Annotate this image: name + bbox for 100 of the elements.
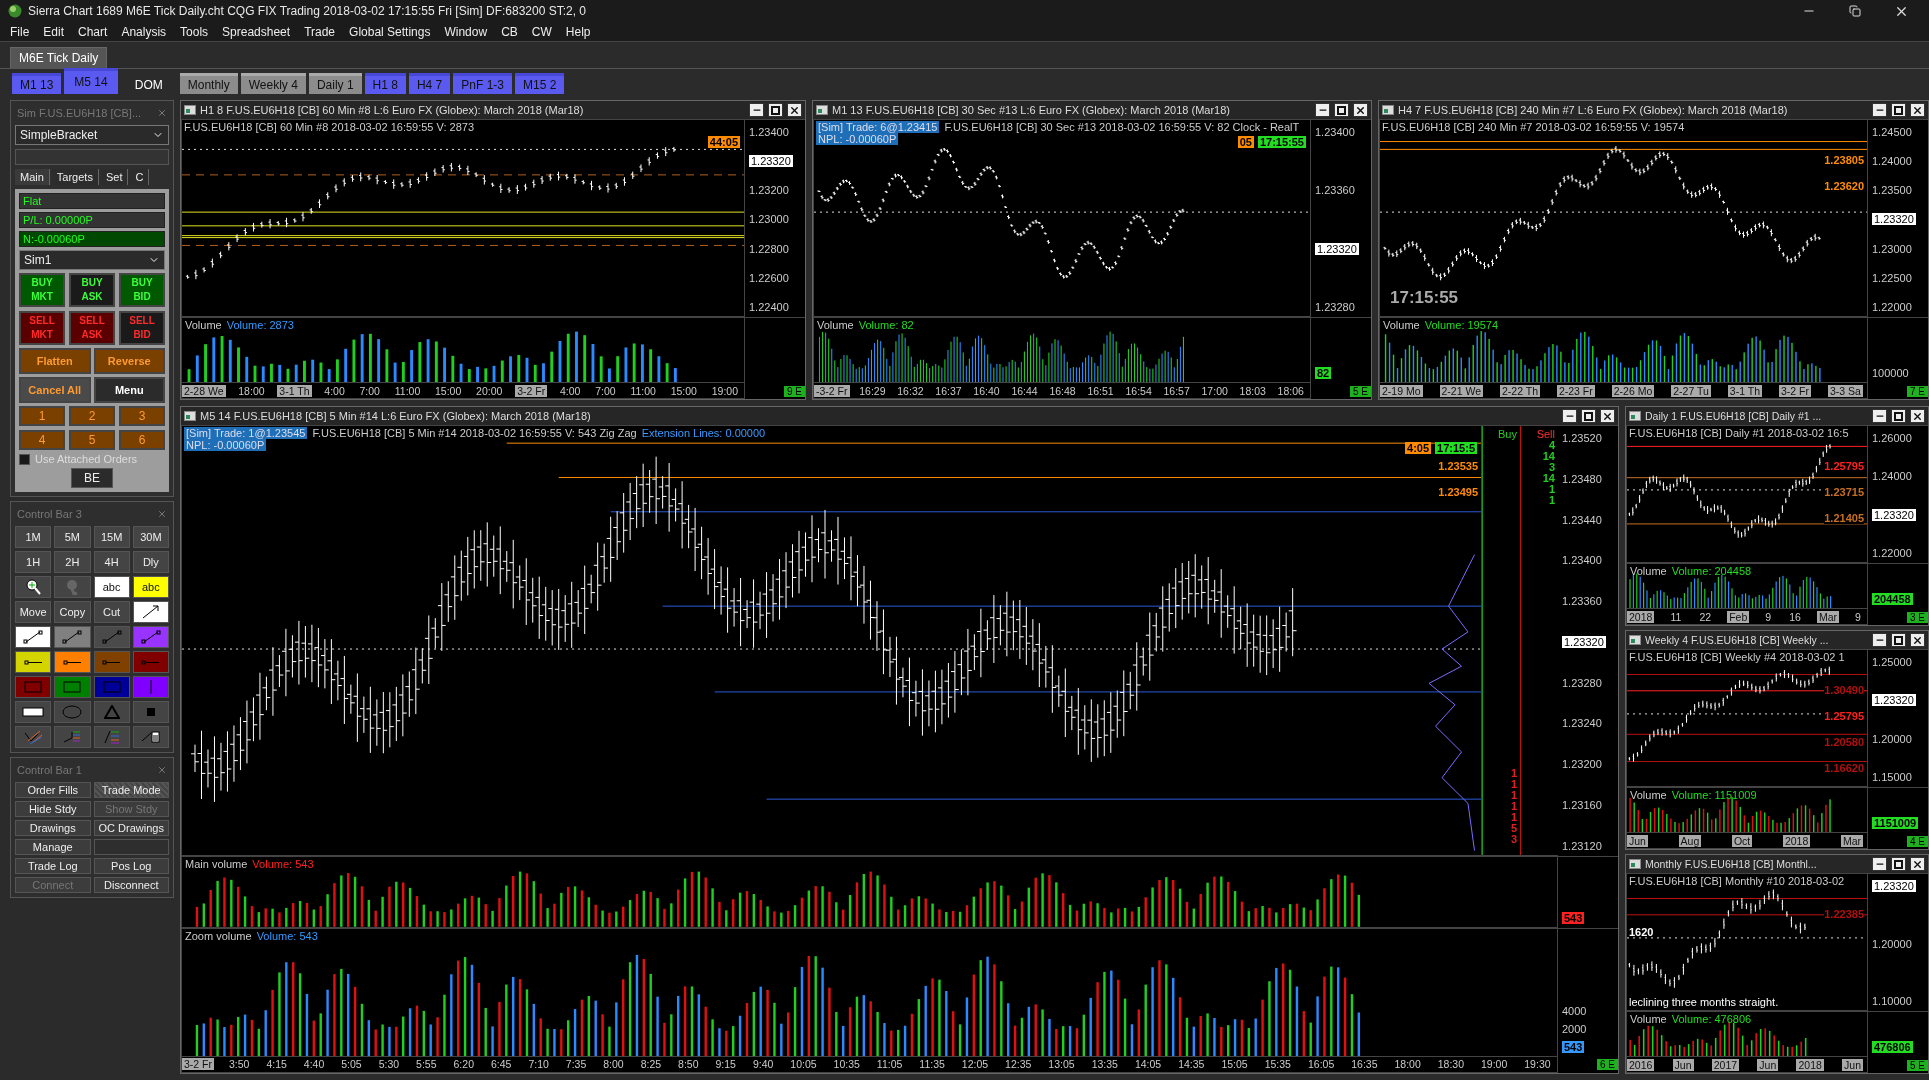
drawing-tool-button[interactable] <box>54 651 91 673</box>
quantity-button[interactable]: 6 <box>119 430 165 450</box>
menu-item[interactable]: Analysis <box>121 24 167 39</box>
order-button[interactable]: SELL BID <box>119 311 165 345</box>
chart-tab[interactable]: DOM <box>126 76 171 94</box>
minimize-button[interactable] <box>1872 409 1887 423</box>
menu-item[interactable]: Help <box>565 24 591 39</box>
minimize-button[interactable] <box>1562 409 1577 423</box>
control-button[interactable]: Drawings <box>15 820 91 836</box>
tool-button[interactable]: 15M <box>93 526 130 548</box>
chart-tab[interactable]: Daily 1 <box>308 73 362 94</box>
tool-button[interactable]: 5M <box>54 526 91 548</box>
close-icon[interactable] <box>157 765 167 775</box>
chart-tab[interactable]: M5 14 <box>64 68 118 94</box>
quantity-button[interactable]: 5 <box>69 430 115 450</box>
action-button[interactable]: Cancel All <box>19 377 91 403</box>
maximize-button[interactable] <box>768 103 783 117</box>
maximize-button[interactable] <box>1891 103 1906 117</box>
order-button[interactable]: SELL ASK <box>69 311 115 345</box>
tool-button[interactable]: abc <box>132 576 169 598</box>
minimize-button[interactable] <box>1872 633 1887 647</box>
drawing-tool-button[interactable] <box>15 651 52 673</box>
close-button[interactable] <box>1910 103 1925 117</box>
control-button[interactable]: Order Fills <box>15 782 91 798</box>
checkbox[interactable] <box>19 453 30 465</box>
maximize-button[interactable] <box>1581 409 1596 423</box>
order-button[interactable]: SELL MKT <box>19 311 65 345</box>
order-button[interactable]: BUY BID <box>119 273 165 307</box>
chart-tab[interactable]: Weekly 4 <box>240 73 306 94</box>
minimize-button[interactable] <box>1315 103 1330 117</box>
chart-tab[interactable]: M15 2 <box>515 73 565 94</box>
quantity-button[interactable]: 1 <box>19 406 65 426</box>
action-button[interactable]: Flatten <box>19 348 91 374</box>
quantity-button[interactable]: 4 <box>19 430 65 450</box>
menu-item[interactable]: Window <box>444 24 488 39</box>
maximize-button[interactable] <box>1334 103 1349 117</box>
text-field[interactable] <box>15 149 169 165</box>
order-button[interactable]: BUY MKT <box>19 273 65 307</box>
maximize-button[interactable] <box>1891 633 1906 647</box>
menu-item[interactable]: Spreadsheet <box>222 24 291 39</box>
tool-button[interactable]: Copy <box>54 601 91 623</box>
menu-item[interactable]: File <box>10 24 30 39</box>
drawing-tool-button[interactable] <box>15 701 52 723</box>
trade-tab[interactable]: Main <box>15 169 50 185</box>
control-button[interactable]: Pos Log <box>93 858 169 874</box>
chart-tab[interactable]: H1 8 <box>364 73 406 94</box>
close-button[interactable] <box>1600 409 1615 423</box>
quantity-button[interactable]: 3 <box>119 406 165 426</box>
maximize-button[interactable] <box>1891 857 1906 871</box>
pane-label: Main volume <box>185 857 248 870</box>
control-button[interactable]: Manage <box>15 839 91 855</box>
action-button[interactable]: Menu <box>93 377 165 403</box>
menu-item[interactable]: Chart <box>78 24 108 39</box>
close-icon[interactable] <box>157 509 167 519</box>
tool-button[interactable]: 4H <box>93 551 130 573</box>
chart-tab[interactable]: H4 7 <box>408 73 451 94</box>
strategy-dropdown[interactable]: SimpleBracket <box>15 125 169 145</box>
tool-button[interactable]: 1M <box>15 526 52 548</box>
close-button[interactable] <box>787 103 802 117</box>
drawing-tool-button[interactable] <box>15 576 52 598</box>
maximize-button[interactable] <box>1891 409 1906 423</box>
maximize-icon <box>1584 411 1593 421</box>
action-button[interactable]: Reverse <box>93 348 165 374</box>
order-button[interactable]: BUY ASK <box>69 273 115 307</box>
control-button[interactable]: Hide Stdy <box>15 801 91 817</box>
time-tick: 3-1 Th <box>1727 384 1762 397</box>
close-button[interactable] <box>1910 409 1925 423</box>
close-button[interactable] <box>1910 857 1925 871</box>
minimize-button[interactable] <box>749 103 764 117</box>
control-button[interactable]: Trade Log <box>15 858 91 874</box>
menu-item[interactable]: Edit <box>43 24 65 39</box>
menu-item[interactable]: Global Settings <box>349 24 431 39</box>
close-icon[interactable] <box>157 108 167 118</box>
control-button[interactable]: Trade Mode <box>93 782 169 798</box>
minimize-button[interactable] <box>1872 103 1887 117</box>
tool-button[interactable]: 30M <box>132 526 169 548</box>
tool-button[interactable]: abc <box>93 576 130 598</box>
menu-item[interactable]: CW <box>531 24 552 39</box>
control-button[interactable]: Disconnect <box>93 877 169 893</box>
breakeven-button[interactable]: BE <box>71 468 113 488</box>
menu-item[interactable]: Trade <box>304 24 336 39</box>
account-dropdown[interactable]: Sim1 <box>19 250 165 270</box>
chart-tab[interactable]: Monthly <box>179 73 238 94</box>
quantity-button[interactable]: 2 <box>69 406 115 426</box>
close-button[interactable] <box>1353 103 1368 117</box>
close-button[interactable] <box>1910 633 1925 647</box>
drawing-tool-button[interactable] <box>132 601 169 623</box>
chartbook-tab[interactable]: M6E Tick Daily <box>10 47 108 68</box>
drawing-tool-button[interactable] <box>15 626 52 648</box>
tool-button[interactable]: Dly <box>132 551 169 573</box>
tool-button[interactable]: 2H <box>54 551 91 573</box>
menu-item[interactable]: Tools <box>180 24 209 39</box>
minimize-button[interactable] <box>1872 857 1887 871</box>
menu-item[interactable]: CB <box>501 24 518 39</box>
chart-tab[interactable]: PnF 1-3 <box>453 73 512 94</box>
tool-button[interactable]: Move <box>15 601 52 623</box>
tool-button[interactable]: Cut <box>93 601 130 623</box>
tool-button[interactable]: 1H <box>15 551 52 573</box>
chart-tab[interactable]: M1 13 <box>12 73 62 94</box>
control-button[interactable]: OC Drawings <box>93 820 169 836</box>
